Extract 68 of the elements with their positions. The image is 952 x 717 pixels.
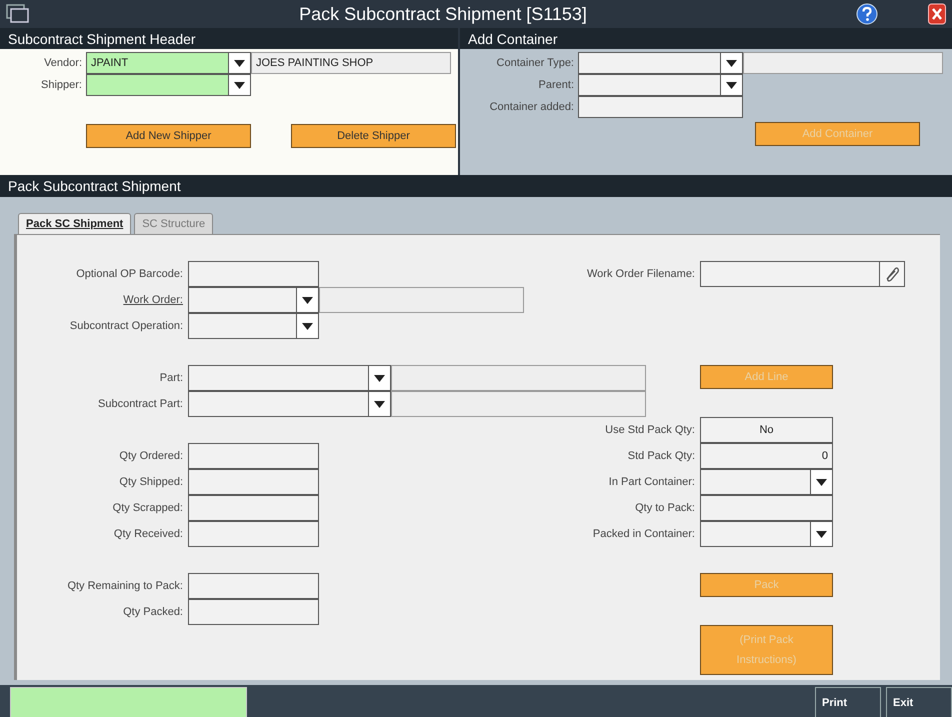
help-icon[interactable] (856, 3, 878, 25)
field-label: Packed in Container: (592, 527, 696, 542)
field-label: Container Type: (496, 57, 575, 69)
dropdown-field[interactable] (578, 74, 743, 96)
caret-icon (302, 296, 313, 304)
field-label: Qty Scrapped: (112, 501, 184, 516)
field-label: Subcontract Part: (97, 397, 184, 412)
field-label: Parent: (538, 79, 575, 91)
dropdown-field[interactable] (578, 52, 743, 74)
text-field[interactable] (578, 96, 743, 118)
field-label: Qty Received: (112, 527, 184, 542)
field-label: Container added: (488, 101, 575, 113)
footer-button[interactable]: Print (815, 687, 881, 717)
section-title: Subcontract Shipment Header (0, 28, 458, 49)
text-field[interactable] (188, 443, 319, 469)
text-field[interactable] (188, 573, 319, 599)
field-label: Part: (158, 371, 184, 386)
field-label: Subcontract Operation: (68, 319, 184, 334)
toggle-field[interactable]: No (700, 417, 833, 443)
caret-icon (234, 82, 245, 88)
field-label: In Part Container: (608, 475, 696, 490)
field-link[interactable]: Work Order: (17, 287, 188, 313)
text-field[interactable] (188, 521, 319, 547)
dropdown-field[interactable] (700, 521, 833, 547)
text-field[interactable] (700, 495, 833, 521)
windows-icon (6, 4, 30, 24)
section-title: Add Container (460, 28, 952, 49)
text-field[interactable] (188, 495, 319, 521)
action-button[interactable]: Add New Shipper (86, 124, 251, 148)
text-field[interactable] (188, 261, 319, 287)
field-label: Qty Remaining to Pack: (66, 579, 184, 594)
dropdown-field[interactable] (700, 469, 833, 495)
dropdown-field[interactable] (188, 313, 319, 339)
caret-icon (302, 322, 313, 330)
field-label: Qty Ordered: (118, 449, 184, 464)
text-field[interactable] (188, 599, 319, 625)
field-label: Qty Shipped: (118, 475, 184, 490)
caret-icon (726, 60, 737, 66)
close-icon[interactable] (928, 3, 946, 25)
dropdown-field[interactable] (188, 365, 391, 391)
tab[interactable]: Pack SC Shipment (18, 213, 132, 234)
caret-icon (816, 530, 827, 538)
field-label: Shipper: (40, 79, 83, 91)
field-label: Use Std Pack Qty: (605, 423, 696, 438)
dropdown-field[interactable]: JPAINT (86, 52, 251, 74)
field-label: Qty Packed: (122, 605, 184, 620)
section-title: Pack Subcontract Shipment (0, 175, 952, 197)
description-field: JOES PAINTING SHOP (251, 52, 451, 74)
caret-icon (726, 82, 737, 88)
dropdown-field[interactable] (86, 74, 251, 96)
dropdown-field[interactable] (188, 391, 391, 417)
field-label: Qty to Pack: (635, 501, 696, 516)
field-label: Vendor: (43, 57, 83, 69)
footer-button[interactable]: Exit (886, 687, 952, 717)
caret-icon (374, 374, 385, 382)
caret-icon (816, 478, 827, 486)
field-label: Work Order Filename: (587, 267, 696, 282)
field-label: Std Pack Qty: (628, 449, 696, 464)
file-field[interactable] (700, 261, 905, 287)
window-title: Pack Subcontract Shipment [S1153] (298, 4, 588, 24)
caret-icon (234, 60, 245, 66)
number-field[interactable]: 0 (700, 443, 833, 469)
dropdown-field[interactable] (188, 287, 319, 313)
field-label: Optional OP Barcode: (75, 267, 184, 282)
caret-icon (374, 400, 385, 408)
text-field[interactable] (188, 469, 319, 495)
action-button[interactable]: Delete Shipper (291, 124, 456, 148)
paperclip-icon[interactable] (884, 266, 900, 282)
